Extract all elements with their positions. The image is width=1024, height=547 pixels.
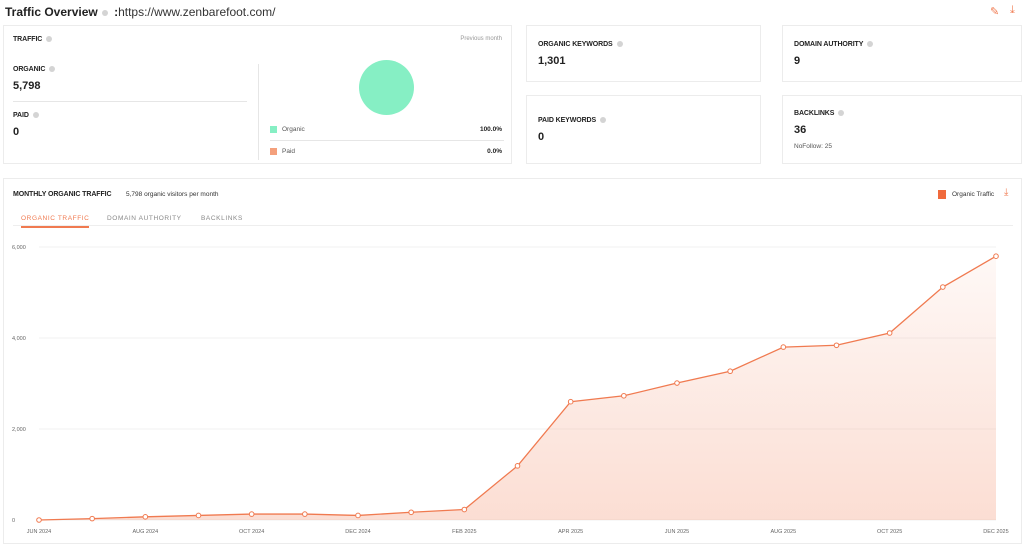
data-point	[355, 512, 361, 519]
data-point	[302, 511, 308, 517]
y-tick-label: 6,000	[12, 245, 26, 251]
domain-authority-card: DOMAIN AUTHORITY 9	[782, 25, 1022, 82]
data-point	[514, 463, 521, 469]
data-point	[461, 506, 468, 513]
data-point	[195, 512, 202, 519]
organic-keywords-card: ORGANIC KEYWORDS 1,301	[526, 25, 761, 82]
data-point	[727, 368, 733, 375]
y-tick-label: 2,000	[12, 427, 26, 433]
area-fill	[39, 256, 996, 520]
x-tick-label: AUG 2024	[132, 529, 158, 535]
info-icon	[838, 110, 845, 117]
page-header: Traffic Overview :https://www.zenbarefoo…	[5, 5, 276, 19]
divider	[13, 101, 247, 102]
x-tick-label: DEC 2025	[983, 529, 1008, 535]
edit-icon[interactable]: ✎	[990, 5, 999, 18]
data-point	[36, 517, 42, 523]
pie-chart-organic	[359, 60, 414, 115]
divider	[258, 64, 259, 160]
x-tick-label: AUG 2025	[770, 529, 796, 535]
data-point	[567, 398, 574, 405]
y-tick-label: 0	[12, 518, 15, 524]
data-point	[248, 511, 255, 517]
x-tick-label: OCT 2025	[877, 529, 902, 535]
x-tick-label: DEC 2024	[345, 529, 370, 535]
x-tick-label: JUN 2024	[27, 529, 51, 535]
data-point	[89, 515, 95, 522]
data-point	[886, 330, 893, 336]
x-tick-label: APR 2025	[558, 529, 583, 535]
paid-value: 0	[13, 126, 20, 138]
monthly-traffic-card: MONTHLY ORGANIC TRAFFIC 5,798 organic vi…	[3, 178, 1022, 544]
organic-value: 5,798	[13, 80, 41, 92]
data-point	[833, 342, 840, 349]
data-point	[993, 253, 999, 259]
x-tick-label: OCT 2024	[239, 529, 264, 535]
paid-keywords-card: PAID KEYWORDS 0	[526, 95, 761, 164]
period-label: Previous month	[460, 36, 502, 42]
data-point	[780, 344, 787, 350]
data-point	[142, 514, 149, 520]
info-icon	[101, 9, 108, 16]
legend-swatch-paid	[270, 148, 277, 155]
divider	[270, 140, 504, 141]
legend-swatch-organic	[270, 126, 277, 133]
info-icon	[32, 112, 39, 119]
info-icon	[867, 41, 874, 48]
info-icon	[49, 66, 56, 73]
data-point	[408, 509, 414, 516]
traffic-card: TRAFFIC Previous month ORGANIC 5,798 PAI…	[3, 25, 512, 164]
x-tick-label: FEB 2025	[452, 529, 476, 535]
data-point	[674, 380, 680, 386]
download-icon[interactable]: ⤓	[1010, 4, 1015, 17]
data-point	[621, 392, 627, 399]
info-icon	[600, 117, 607, 124]
nofollow-count: NoFollow: 25	[794, 143, 832, 150]
info-icon	[616, 41, 623, 48]
site-url: https://www.zenbarefoot.com/	[118, 5, 276, 19]
info-icon	[46, 36, 53, 43]
backlinks-card: BACKLINKS 36 NoFollow: 25	[782, 95, 1022, 164]
page-title: Traffic Overview	[5, 5, 98, 19]
y-tick-label: 4,000	[12, 336, 26, 342]
x-tick-label: JUN 2025	[665, 529, 689, 535]
traffic-chart: 0 2,000 4,000 6,000 JUN 2024 AUG 2024 OCT 2024…	[12, 245, 1009, 535]
data-point	[940, 284, 946, 290]
